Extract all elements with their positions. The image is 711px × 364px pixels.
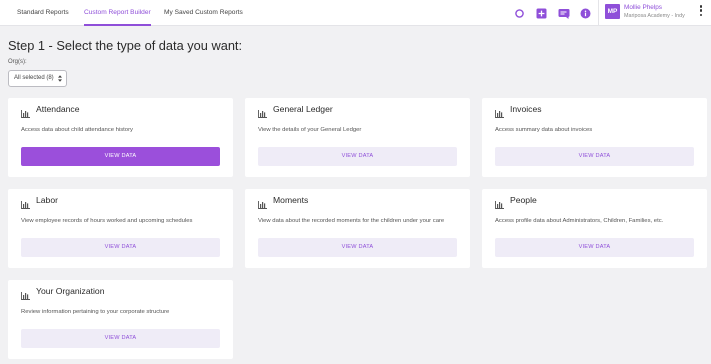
- card-description: View the details of your General Ledger: [258, 127, 362, 133]
- card-title: General Ledger: [273, 104, 333, 114]
- tab-my-saved-custom-reports[interactable]: My Saved Custom Reports: [164, 0, 243, 26]
- org-select-value: All selected (8): [14, 75, 54, 81]
- view-data-button[interactable]: VIEW DATA: [21, 329, 220, 348]
- card-title: Attendance: [36, 104, 80, 114]
- user-org: Mariposa Academy - Indy: [624, 13, 685, 19]
- user-name[interactable]: Mollie Phelps: [624, 4, 662, 11]
- nav-divider: [598, 0, 599, 26]
- tab-standard-reports[interactable]: Standard Reports: [17, 0, 69, 26]
- view-data-button[interactable]: VIEW DATA: [21, 147, 220, 166]
- card-attendance: Attendance Access data about child atten…: [8, 98, 233, 177]
- card-labor: Labor View employee records of hours wor…: [8, 189, 233, 268]
- page-title: Step 1 - Select the type of data you wan…: [8, 38, 243, 53]
- card-description: View data about the recorded moments for…: [258, 218, 445, 224]
- card-your-organization: Your Organization Review information per…: [8, 280, 233, 359]
- bar-chart-icon: [495, 105, 504, 118]
- bar-chart-icon: [258, 105, 267, 118]
- card-description: Review information pertaining to your co…: [21, 309, 170, 315]
- org-select[interactable]: All selected (8): [8, 70, 67, 87]
- card-title: People: [510, 195, 537, 205]
- card-moments: Moments View data about the recorded mom…: [245, 189, 470, 268]
- card-description: View employee records of hours worked an…: [21, 218, 193, 224]
- tab-custom-report-builder[interactable]: Custom Report Builder: [84, 0, 151, 26]
- avatar[interactable]: MP: [605, 4, 620, 19]
- view-data-button[interactable]: VIEW DATA: [258, 238, 457, 257]
- bar-chart-icon: [258, 196, 267, 209]
- view-data-button[interactable]: VIEW DATA: [495, 147, 694, 166]
- card-invoices: Invoices Access summary data about invoi…: [482, 98, 707, 177]
- bar-chart-icon: [495, 196, 504, 209]
- card-people: People Access profile data about Adminis…: [482, 189, 707, 268]
- chat-icon[interactable]: [558, 6, 570, 19]
- view-data-button[interactable]: VIEW DATA: [258, 147, 457, 166]
- info-icon[interactable]: [580, 6, 591, 19]
- card-general-ledger: General Ledger View the details of your …: [245, 98, 470, 177]
- card-description: Access profile data about Administrators…: [495, 218, 664, 224]
- circle-icon[interactable]: [514, 6, 525, 18]
- more-menu-icon[interactable]: [698, 5, 704, 20]
- card-title: Invoices: [510, 104, 542, 114]
- org-label: Org(s):: [8, 59, 27, 65]
- card-description: Access data about child attendance histo…: [21, 127, 133, 133]
- card-title: Labor: [36, 195, 58, 205]
- bar-chart-icon: [21, 196, 30, 209]
- card-title: Moments: [273, 195, 309, 205]
- plus-icon[interactable]: [536, 6, 547, 19]
- view-data-button[interactable]: VIEW DATA: [495, 238, 694, 257]
- top-nav-bar: Standard Reports Custom Report Builder M…: [0, 0, 711, 26]
- card-title: Your Organization: [36, 286, 105, 296]
- view-data-button[interactable]: VIEW DATA: [21, 238, 220, 257]
- bar-chart-icon: [21, 287, 30, 300]
- bar-chart-icon: [21, 105, 30, 118]
- sort-caret-icon: [58, 74, 62, 83]
- card-description: Access summary data about invoices: [495, 127, 593, 133]
